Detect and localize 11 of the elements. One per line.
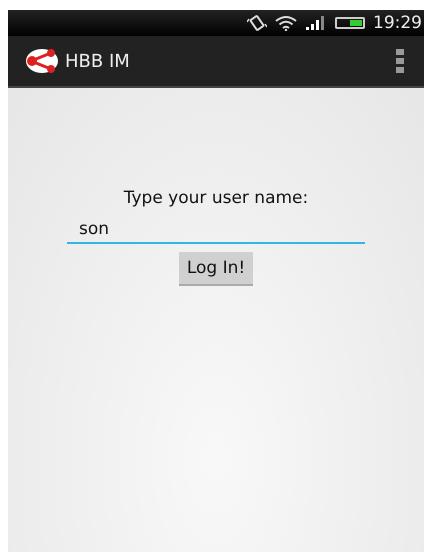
- app-title: HBB IM: [65, 50, 131, 72]
- battery-icon: [335, 17, 365, 29]
- username-prompt: Type your user name:: [124, 188, 308, 208]
- wifi-icon: [275, 15, 297, 31]
- clock-time: 19:29: [373, 13, 422, 33]
- signal-icon: [305, 15, 327, 31]
- vibrate-icon: [247, 15, 267, 31]
- login-button[interactable]: Log In!: [178, 252, 254, 286]
- overflow-menu-icon[interactable]: [396, 49, 404, 73]
- share-logo-icon: [25, 48, 59, 74]
- username-input-field[interactable]: son: [67, 216, 365, 244]
